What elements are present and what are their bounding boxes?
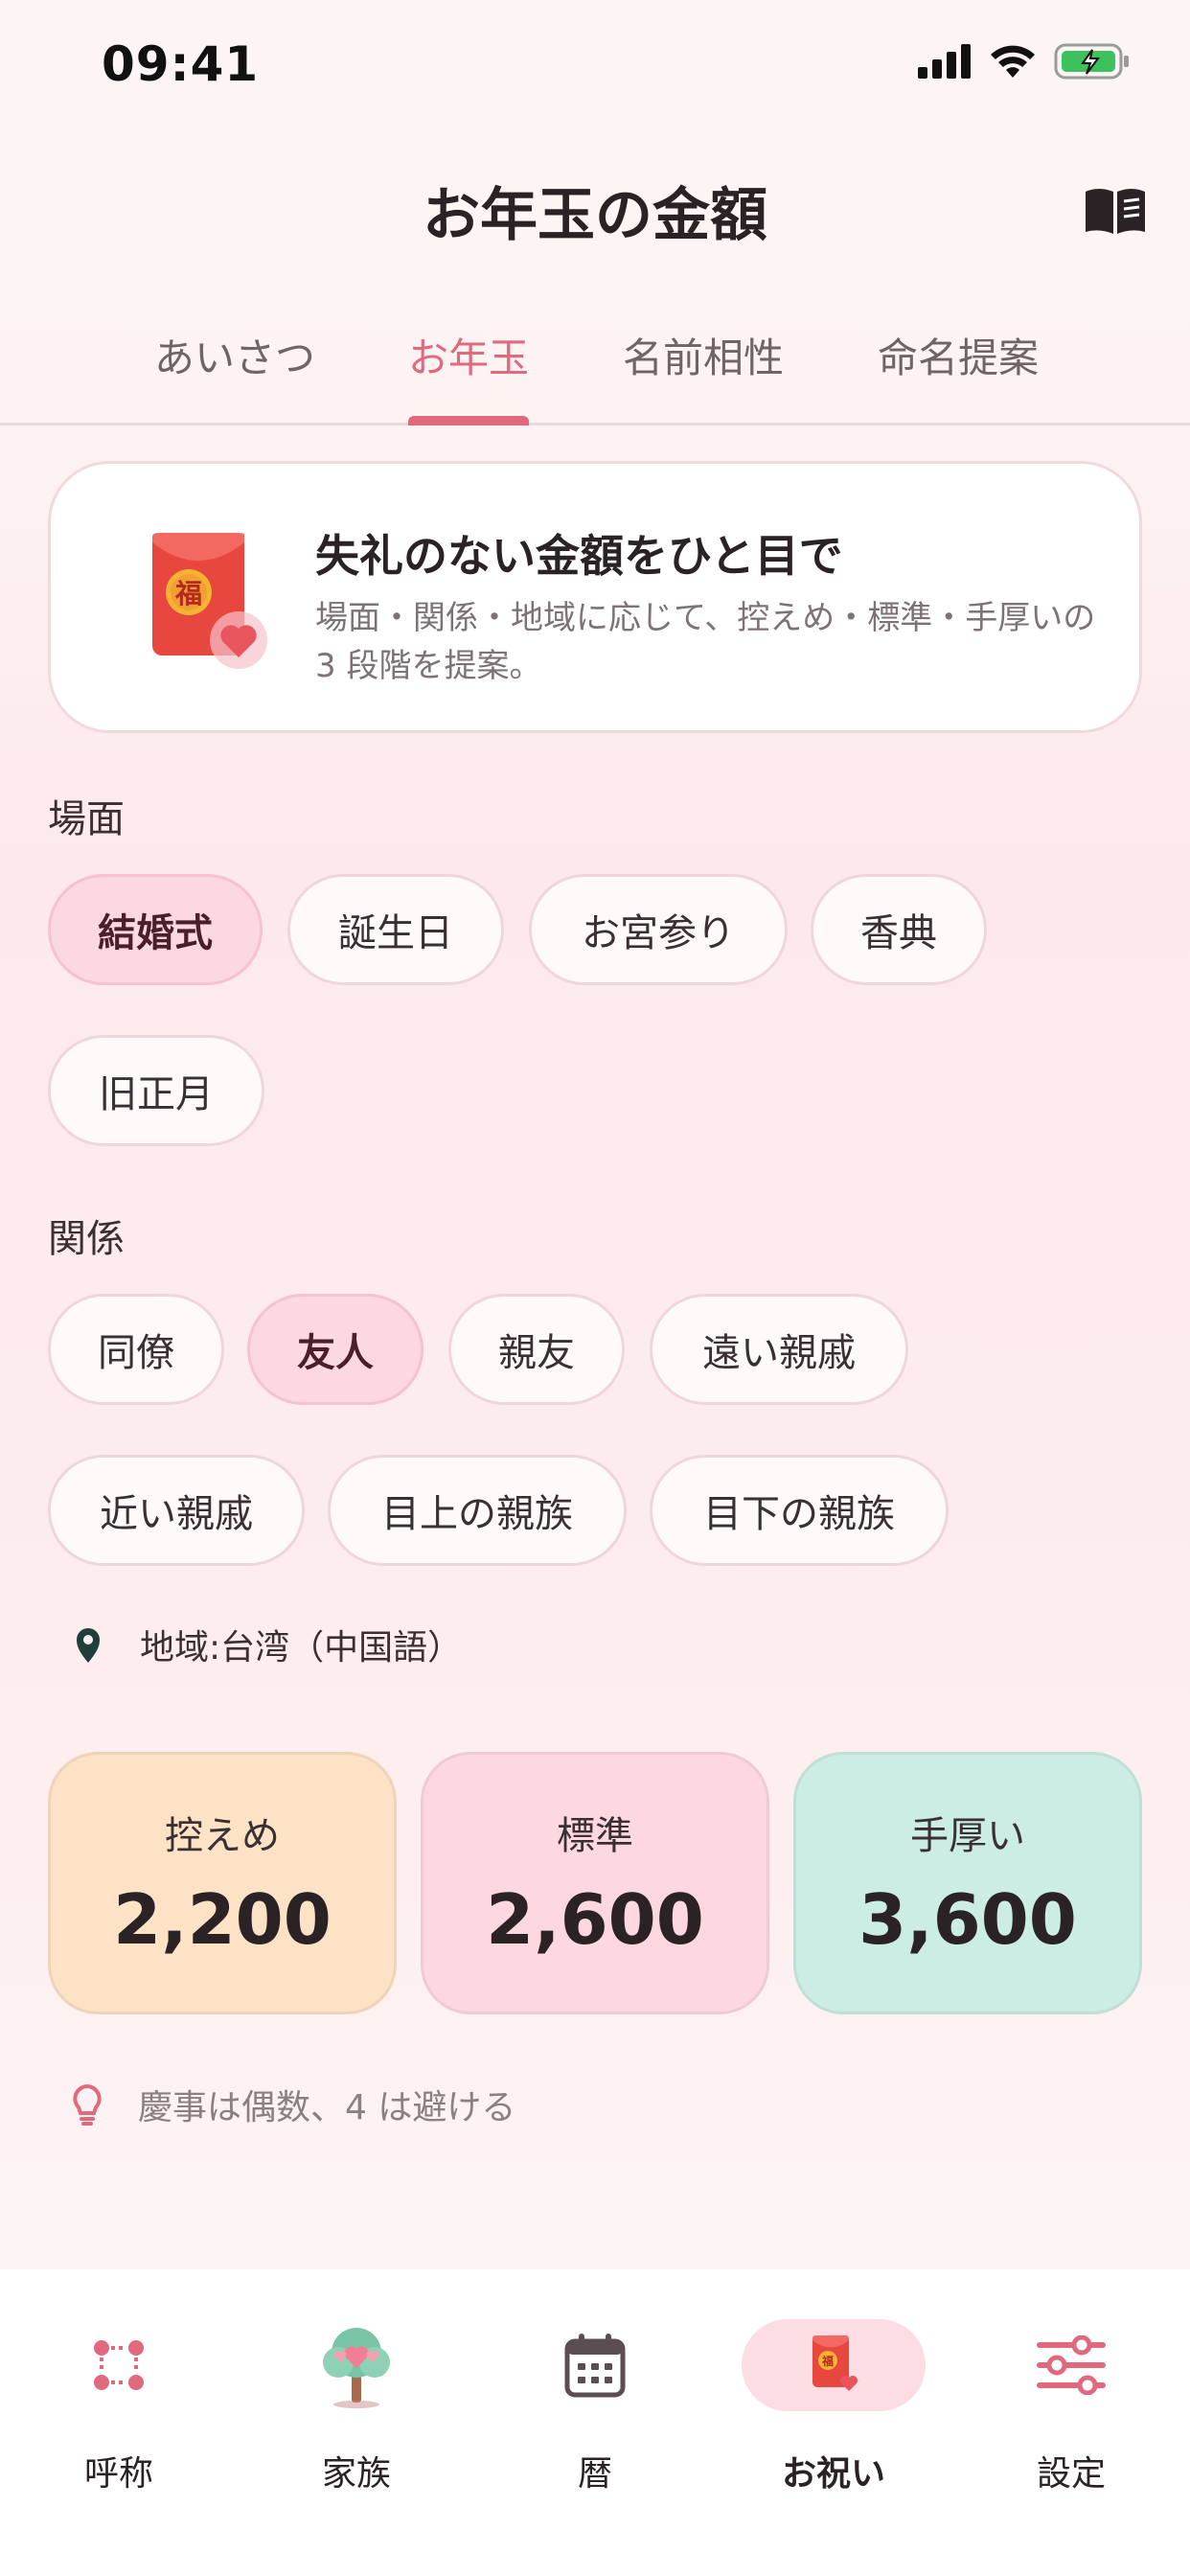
chip-occasion-birthday[interactable]: 誕生日 (287, 874, 504, 985)
chip-occasion-lunar-new-year[interactable]: 旧正月 (48, 1035, 264, 1146)
envelope-char: 福 (174, 578, 202, 610)
nav-label-family: 家族 (321, 2454, 391, 2494)
chip-relation-best-friend[interactable]: 親友 (448, 1294, 625, 1405)
chip-occasion-koden[interactable]: 香典 (811, 874, 987, 985)
nav-label-calendar: 暦 (577, 2454, 612, 2494)
tab-name-compatibility[interactable]: 名前相性 (617, 326, 790, 384)
envelope-char: 福 (821, 2354, 834, 2368)
tab-greeting[interactable]: あいさつ (153, 326, 316, 384)
red-envelope-icon: 福 (152, 533, 267, 669)
status-icons (918, 42, 1131, 80)
status-bar: 09:41 (0, 0, 1190, 134)
book-button[interactable] (1077, 176, 1154, 245)
chip-relation-distant-relative[interactable]: 遠い親戚 (650, 1294, 908, 1405)
chip-relation-friend[interactable]: 友人 (247, 1294, 423, 1405)
intro-title: 失礼のない金額をひと目で (315, 530, 843, 582)
signal-icon (918, 44, 971, 79)
relation-label: 関係 (48, 1217, 125, 1261)
amount-label-modest: 控えめ (165, 1814, 280, 1858)
chip-relation-junior-relative[interactable]: 目下の親族 (650, 1455, 949, 1566)
lightbulb-icon (73, 2083, 102, 2126)
battery-charging-icon (1054, 43, 1129, 80)
wifi-icon (991, 45, 1035, 78)
family-tree-icon (323, 2328, 390, 2408)
occasion-label: 場面 (48, 797, 125, 841)
nav-item-calendar[interactable]: 暦 (499, 2298, 691, 2509)
chip-occasion-wedding[interactable]: 結婚式 (48, 874, 263, 985)
status-time: 09:41 (102, 36, 260, 92)
intro-description: 場面・関係・地域に応じて、控えめ・標準・手厚いの 3 段階を提案。 (315, 599, 1096, 685)
tip-row: 慶事は偶数、4 は避ける (71, 2080, 515, 2129)
amount-card-generous[interactable]: 手厚い 3,600 (793, 1752, 1142, 2014)
tab-indicator (408, 416, 529, 426)
intro-card: 福 失礼のない金額をひと目で 場面・関係・地域に応じて、控えめ・標準・手厚いの … (48, 461, 1142, 733)
amount-label-generous: 手厚い (910, 1814, 1025, 1858)
amount-card-standard[interactable]: 標準 2,600 (421, 1752, 769, 2014)
red-envelope-icon: 福 (812, 2335, 858, 2391)
segment-tabs: あいさつ お年玉 名前相性 命名提案 (0, 307, 1190, 426)
grid-dots-icon (94, 2340, 144, 2390)
amount-value-modest: 2,200 (113, 1879, 332, 1960)
region-text: 地域:台湾（中国語） (140, 1628, 463, 1668)
nav-label-celebration: お祝い (781, 2454, 885, 2494)
sliders-icon (1037, 2335, 1106, 2395)
amount-value-standard: 2,600 (486, 1879, 704, 1960)
nav-item-family[interactable]: 家族 (261, 2298, 452, 2509)
bottom-tab-bar: 呼称 家族 暦 福 お祝い 設定 (0, 2269, 1190, 2576)
amount-card-modest[interactable]: 控えめ 2,200 (48, 1752, 397, 2014)
nav-item-settings[interactable]: 設定 (975, 2298, 1167, 2509)
nav-label-address-terms: 呼称 (83, 2454, 153, 2494)
nav-item-celebration[interactable]: 福 お祝い (738, 2298, 929, 2509)
calendar-icon (564, 2334, 626, 2398)
amount-label-standard: 標準 (557, 1814, 633, 1858)
chip-relation-senior-relative[interactable]: 目上の親族 (328, 1455, 627, 1566)
nav-item-address-terms[interactable]: 呼称 (23, 2298, 215, 2509)
nav-label-settings: 設定 (1036, 2454, 1106, 2494)
chip-occasion-omiyamairi[interactable]: お宮参り (529, 874, 788, 985)
amount-value-generous: 3,600 (858, 1879, 1077, 1960)
chip-relation-close-relative[interactable]: 近い親戚 (48, 1455, 305, 1566)
book-open-icon (1086, 189, 1145, 234)
location-pin-icon (77, 1628, 100, 1663)
region-row[interactable]: 地域:台湾（中国語） (71, 1620, 462, 1669)
page-title: お年玉の金額 (423, 182, 767, 249)
tip-text: 慶事は偶数、4 は避ける (138, 2088, 516, 2128)
tab-otoshidama[interactable]: お年玉 (387, 326, 550, 384)
tab-naming-suggestion[interactable]: 命名提案 (872, 326, 1044, 384)
chip-relation-colleague[interactable]: 同僚 (48, 1294, 224, 1405)
